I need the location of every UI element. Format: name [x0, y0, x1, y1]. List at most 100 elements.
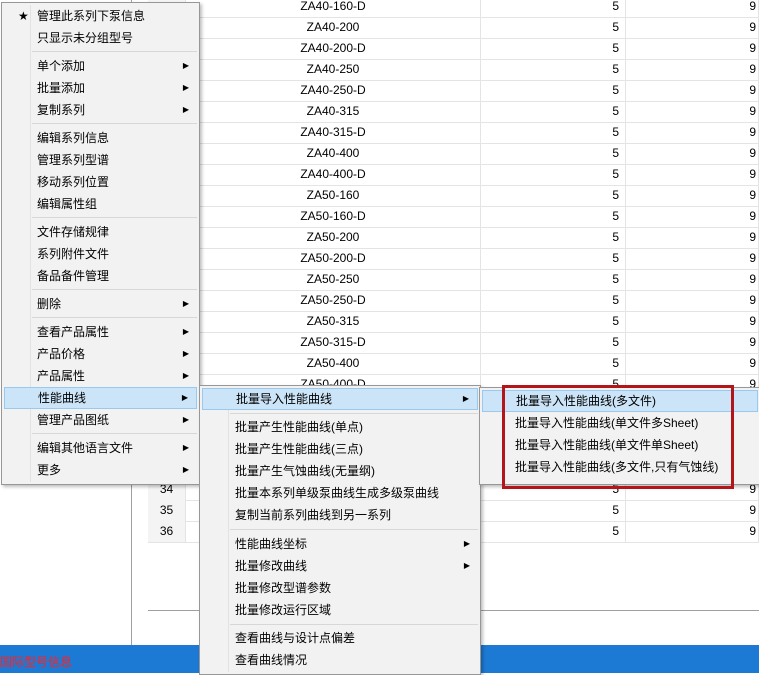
value-cell: 9	[626, 332, 759, 353]
menu-item-curve-coords[interactable]: 性能曲线坐标 ▶	[202, 533, 478, 555]
menu-item-delete[interactable]: 删除 ▶	[4, 293, 197, 315]
table-row[interactable]: ZA50-250 5 9	[148, 269, 759, 291]
model-cell: ZA50-160	[186, 185, 481, 206]
menu-item-label: 管理系列型谱	[37, 153, 110, 167]
table-row[interactable]: ZA50-315 5 9	[148, 311, 759, 333]
menu-item-gen-three[interactable]: 批量产生性能曲线(三点)	[202, 438, 478, 460]
table-row[interactable]: ZA40-250-D 5 9	[148, 80, 759, 102]
menu-item-series-attachments[interactable]: 系列附件文件	[4, 243, 197, 265]
menu-item-batch-spectrum-params[interactable]: 批量修改型谱参数	[202, 577, 478, 599]
menu-item-label: 查看曲线与设计点偏差	[235, 631, 356, 645]
table-row[interactable]: ZA40-315-D 5 9	[148, 122, 759, 144]
star-icon: ★	[18, 9, 29, 23]
menu-item-label: 批量产生性能曲线(单点)	[235, 420, 363, 434]
value-cell: 9	[626, 248, 759, 269]
value-cell: 9	[626, 290, 759, 311]
menu-item-edit-lang-files[interactable]: 编辑其他语言文件 ▶	[4, 437, 197, 459]
model-cell: ZA50-250-D	[186, 290, 481, 311]
menu-item-perf-curve[interactable]: 性能曲线 ▶	[4, 387, 197, 409]
model-cell: ZA40-315-D	[186, 122, 481, 143]
submenu-arrow-icon: ▶	[463, 561, 470, 570]
submenu-arrow-icon: ▶	[182, 83, 189, 92]
menu-item-view-status[interactable]: 查看曲线情况	[202, 649, 478, 671]
menu-item-gen-single[interactable]: 批量产生性能曲线(单点)	[202, 416, 478, 438]
value-cell: 9	[626, 0, 759, 17]
menu-item-move-series[interactable]: 移动系列位置	[4, 171, 197, 193]
menu-item-label: 性能曲线坐标	[235, 537, 308, 551]
qty-cell: 5	[481, 185, 626, 206]
menu-item-manage-spectrum[interactable]: 管理系列型谱	[4, 149, 197, 171]
menu-item-manage-pump[interactable]: ★ 管理此系列下泵信息	[4, 5, 197, 27]
qty-cell: 5	[481, 332, 626, 353]
status-text: 国际型号信息	[0, 655, 73, 669]
value-cell: 9	[626, 122, 759, 143]
model-cell: ZA40-200-D	[186, 38, 481, 59]
menu-item-add-batch[interactable]: 批量添加 ▶	[4, 77, 197, 99]
menu-item-file-storage[interactable]: 文件存储规律	[4, 221, 197, 243]
menu-item-label: 性能曲线	[38, 391, 87, 405]
menu-item-label: 产品价格	[37, 347, 86, 361]
qty-cell: 5	[481, 227, 626, 248]
menu-item-view-deviation[interactable]: 查看曲线与设计点偏差	[202, 627, 478, 649]
table-row[interactable]: ZA50-160-D 5 9	[148, 206, 759, 228]
model-cell: ZA40-160-D	[186, 0, 481, 17]
menu-item-label: 管理产品图纸	[37, 413, 110, 427]
menu-item-spare-parts[interactable]: 备品备件管理	[4, 265, 197, 287]
value-cell: 9	[626, 500, 759, 521]
value-cell: 9	[626, 38, 759, 59]
menu-item-edit-series[interactable]: 编辑系列信息	[4, 127, 197, 149]
menu-item-import-batch[interactable]: 批量导入性能曲线 ▶	[202, 388, 478, 410]
menu-separator	[32, 289, 197, 290]
menu-item-gen-cav[interactable]: 批量产生气蚀曲线(无量纲)	[202, 460, 478, 482]
qty-cell: 5	[481, 80, 626, 101]
menu-item-show-ungrouped[interactable]: 只显示未分组型号	[4, 27, 197, 49]
table-row[interactable]: ZA50-315-D 5 9	[148, 332, 759, 354]
menu-item-product-attrs[interactable]: 产品属性 ▶	[4, 365, 197, 387]
menu-item-copy-series[interactable]: 复制系列 ▶	[4, 99, 197, 121]
menu-item-label: 批量本系列单级泵曲线生成多级泵曲线	[235, 486, 440, 500]
qty-cell: 5	[481, 38, 626, 59]
table-row[interactable]: ZA40-200 5 9	[148, 17, 759, 39]
menu-item-gen-multi[interactable]: 批量本系列单级泵曲线生成多级泵曲线	[202, 482, 478, 504]
table-row[interactable]: ZA50-200 5 9	[148, 227, 759, 249]
menu-item-batch-modify[interactable]: 批量修改曲线 ▶	[202, 555, 478, 577]
table-row[interactable]: ZA50-250-D 5 9	[148, 290, 759, 312]
menu-item-label: 编辑属性组	[37, 197, 98, 211]
table-row[interactable]: ZA50-160 5 9	[148, 185, 759, 207]
table-row[interactable]: ZA40-200-D 5 9	[148, 38, 759, 60]
table-row[interactable]: ZA40-400-D 5 9	[148, 164, 759, 186]
menu-item-manage-drawings[interactable]: 管理产品图纸 ▶	[4, 409, 197, 431]
menu-item-add-single[interactable]: 单个添加 ▶	[4, 55, 197, 77]
table-row[interactable]: ZA50-400 5 9	[148, 353, 759, 375]
menu-item-batch-run-range[interactable]: 批量修改运行区域	[202, 599, 478, 621]
model-cell: ZA50-315-D	[186, 332, 481, 353]
model-cell: ZA50-200-D	[186, 248, 481, 269]
qty-cell: 5	[481, 122, 626, 143]
qty-cell: 5	[481, 500, 626, 521]
menu-item-label: 批量产生性能曲线(三点)	[235, 442, 363, 456]
table-row[interactable]: ZA40-250 5 9	[148, 59, 759, 81]
submenu-arrow-icon: ▶	[181, 393, 188, 402]
model-cell: ZA40-400-D	[186, 164, 481, 185]
menu-item-product-price[interactable]: 产品价格 ▶	[4, 343, 197, 365]
perf-curve-submenu: 批量导入性能曲线 ▶ 批量产生性能曲线(单点) 批量产生性能曲线(三点) 批量产生…	[199, 385, 481, 675]
menu-item-label: 产品属性	[37, 369, 86, 383]
menu-item-edit-attr-group[interactable]: 编辑属性组	[4, 193, 197, 215]
menu-item-label: 编辑系列信息	[37, 131, 110, 145]
submenu-arrow-icon: ▶	[182, 61, 189, 70]
menu-item-label: 删除	[37, 297, 62, 311]
submenu-arrow-icon: ▶	[182, 371, 189, 380]
model-cell: ZA40-400	[186, 143, 481, 164]
qty-cell: 5	[481, 0, 626, 17]
menu-item-copy-curves[interactable]: 复制当前系列曲线到另一系列	[202, 504, 478, 526]
submenu-arrow-icon: ▶	[182, 299, 189, 308]
model-cell: ZA50-250	[186, 269, 481, 290]
menu-item-view-attrs[interactable]: 查看产品属性 ▶	[4, 321, 197, 343]
table-row[interactable]: ZA50-200-D 5 9	[148, 248, 759, 270]
table-row[interactable]: ZA40-160-D 5 9	[148, 0, 759, 18]
table-row[interactable]: ZA40-400 5 9	[148, 143, 759, 165]
menu-item-label: 复制系列	[37, 103, 86, 117]
table-row[interactable]: ZA40-315 5 9	[148, 101, 759, 123]
menu-item-label: 批量添加	[37, 81, 86, 95]
menu-item-more[interactable]: 更多 ▶	[4, 459, 197, 481]
